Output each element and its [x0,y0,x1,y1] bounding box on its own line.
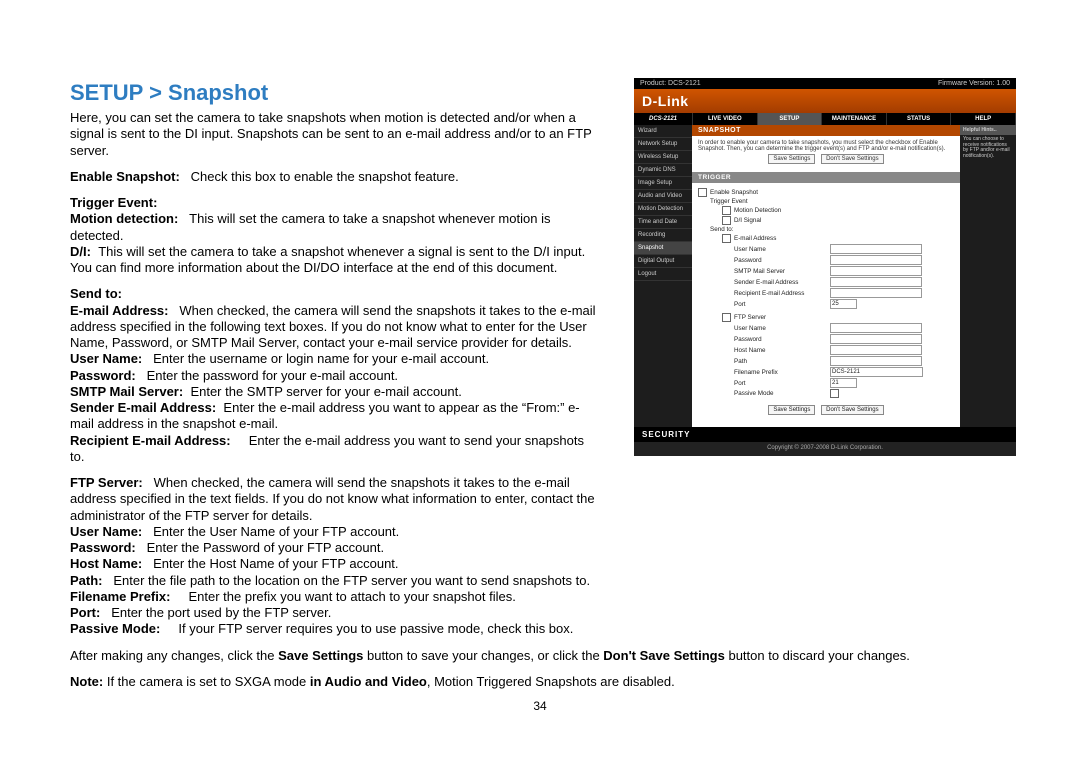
ftp-port-input[interactable]: 21 [830,378,857,388]
sidebar-item-digital-output[interactable]: Digital Output [634,255,692,268]
nav-setup[interactable]: SETUP [758,113,823,125]
camera-ui-screenshot: Product: DCS-2121 Firmware Version: 1.00… [634,78,1016,456]
helpful-hints-text: You can choose to receive notifications … [960,135,1016,161]
email-user-name-input[interactable] [830,244,922,254]
nav-live-video[interactable]: LIVE VIDEO [693,113,758,125]
password-label: Password: [70,368,136,383]
sidebar-item-image-setup[interactable]: Image Setup [634,177,692,190]
sidebar-item-wizard[interactable]: Wizard [634,125,692,138]
security-footer: SECURITY [634,427,1016,442]
ftp-filename-prefix-input[interactable]: DCS-2121 [830,367,923,377]
email-port-input[interactable]: 25 [830,299,857,309]
sender-email-input[interactable] [830,277,922,287]
sidebar-item-network-setup[interactable]: Network Setup [634,138,692,151]
ftp-pass-text: Enter the Password of your FTP account. [147,540,385,555]
intro-text: Here, you can set the camera to take sna… [70,110,600,638]
product-label: Product: DCS-2121 [640,80,701,87]
sidebar-item-snapshot[interactable]: Snapshot [634,242,692,255]
helpful-hints-header: Helpful Hints.. [960,125,1016,135]
nav-maintenance[interactable]: MAINTENANCE [822,113,887,125]
firmware-label: Firmware Version: 1.00 [938,80,1010,87]
ftp-path-text: Enter the file path to the location on t… [113,573,590,588]
trigger-event-group: Trigger Event [698,198,748,205]
motion-detection-label: Motion detection: [70,211,178,226]
document-page: SETUP > Snapshot Here, you can set the c… [0,0,1080,763]
main-panel: SNAPSHOT In order to enable your camera … [692,125,960,427]
dlink-logo: D-Link [642,93,689,109]
ftp-server-label: FTP Server: [70,475,143,490]
ftp-user-name-input[interactable] [830,323,922,333]
send-to-group: Send to: [698,226,733,233]
ftp-host-text: Enter the Host Name of your FTP account. [153,556,398,571]
user-name-text: Enter the username or login name for you… [153,351,489,366]
sidebar-item-motion-detection[interactable]: Motion Detection [634,203,692,216]
dont-save-settings-button-top[interactable]: Don't Save Settings [821,154,884,164]
sidebar-item-time-date[interactable]: Time and Date [634,216,692,229]
snapshot-form: Enable Snapshot Trigger Event Motion Det… [692,183,960,427]
sidebar-item-logout[interactable]: Logout [634,268,692,281]
ftp-path-label: Path: [70,573,103,588]
email-address-label: E-mail Address: [70,303,169,318]
trigger-section-header: TRIGGER [692,172,960,183]
ftp-host-label: Host Name: [70,556,142,571]
copyright-text: Copyright © 2007-2008 D-Link Corporation… [634,442,1016,456]
send-to-label: Send to: [70,286,122,301]
ftp-server-text: When checked, the camera will send the s… [70,475,595,523]
nav-status[interactable]: STATUS [887,113,952,125]
user-name-label: User Name: [70,351,142,366]
password-text: Enter the password for your e-mail accou… [147,368,398,383]
smtp-label: SMTP Mail Server: [70,384,183,399]
sidebar-item-dynamic-dns[interactable]: Dynamic DNS [634,164,692,177]
ftp-prefix-label: Filename Prefix: [70,589,170,604]
passive-mode-checkbox[interactable] [830,389,839,398]
ftp-host-name-input[interactable] [830,345,922,355]
ftp-password-input[interactable] [830,334,922,344]
enable-snapshot-label: Enable Snapshot: [70,169,180,184]
dont-save-settings-button-bottom[interactable]: Don't Save Settings [821,405,884,415]
ftp-server-checkbox[interactable] [722,313,731,322]
ftp-user-label: User Name: [70,524,142,539]
ftp-port-label: Port: [70,605,100,620]
passive-text: If your FTP server requires you to use p… [178,621,573,636]
smtp-server-input[interactable] [830,266,922,276]
ftp-pass-label: Password: [70,540,136,555]
recipient-email-input[interactable] [830,288,922,298]
wide-text: After making any changes, click the Save… [70,648,1010,691]
sidebar: Wizard Network Setup Wireless Setup Dyna… [634,125,692,427]
nav-help[interactable]: HELP [951,113,1016,125]
smtp-text: Enter the SMTP server for your e-mail ac… [190,384,461,399]
di-label: D/I: [70,244,91,259]
enable-snapshot-text: Check this box to enable the snapshot fe… [191,169,459,184]
ftp-prefix-text: Enter the prefix you want to attach to y… [189,589,516,604]
snapshot-section-text: In order to enable your camera to take s… [698,140,945,152]
top-nav: DCS-2121 LIVE VIDEO SETUP MAINTENANCE ST… [634,113,1016,125]
sender-label: Sender E-mail Address: [70,400,216,415]
enable-snapshot-checkbox[interactable] [698,188,707,197]
sidebar-item-wireless-setup[interactable]: Wireless Setup [634,151,692,164]
motion-detection-checkbox[interactable] [722,206,731,215]
sidebar-item-recording[interactable]: Recording [634,229,692,242]
save-settings-button-bottom[interactable]: Save Settings [768,405,815,415]
snapshot-section-header: SNAPSHOT [692,125,960,136]
di-text: This will set the camera to take a snaps… [70,244,585,275]
sidebar-item-audio-video[interactable]: Audio and Video [634,190,692,203]
recipient-label: Recipient E-mail Address: [70,433,231,448]
di-signal-checkbox[interactable] [722,216,731,225]
email-password-input[interactable] [830,255,922,265]
trigger-event-label: Trigger Event: [70,195,157,210]
page-number: 34 [0,699,1080,713]
passive-label: Passive Mode: [70,621,160,636]
save-settings-button-top[interactable]: Save Settings [768,154,815,164]
helpful-hints-panel: Helpful Hints.. You can choose to receiv… [960,125,1016,427]
ftp-path-input[interactable] [830,356,922,366]
ftp-port-text: Enter the port used by the FTP server. [111,605,331,620]
email-address-checkbox[interactable] [722,234,731,243]
nav-model: DCS-2121 [634,113,693,125]
ftp-user-text: Enter the User Name of your FTP account. [153,524,399,539]
